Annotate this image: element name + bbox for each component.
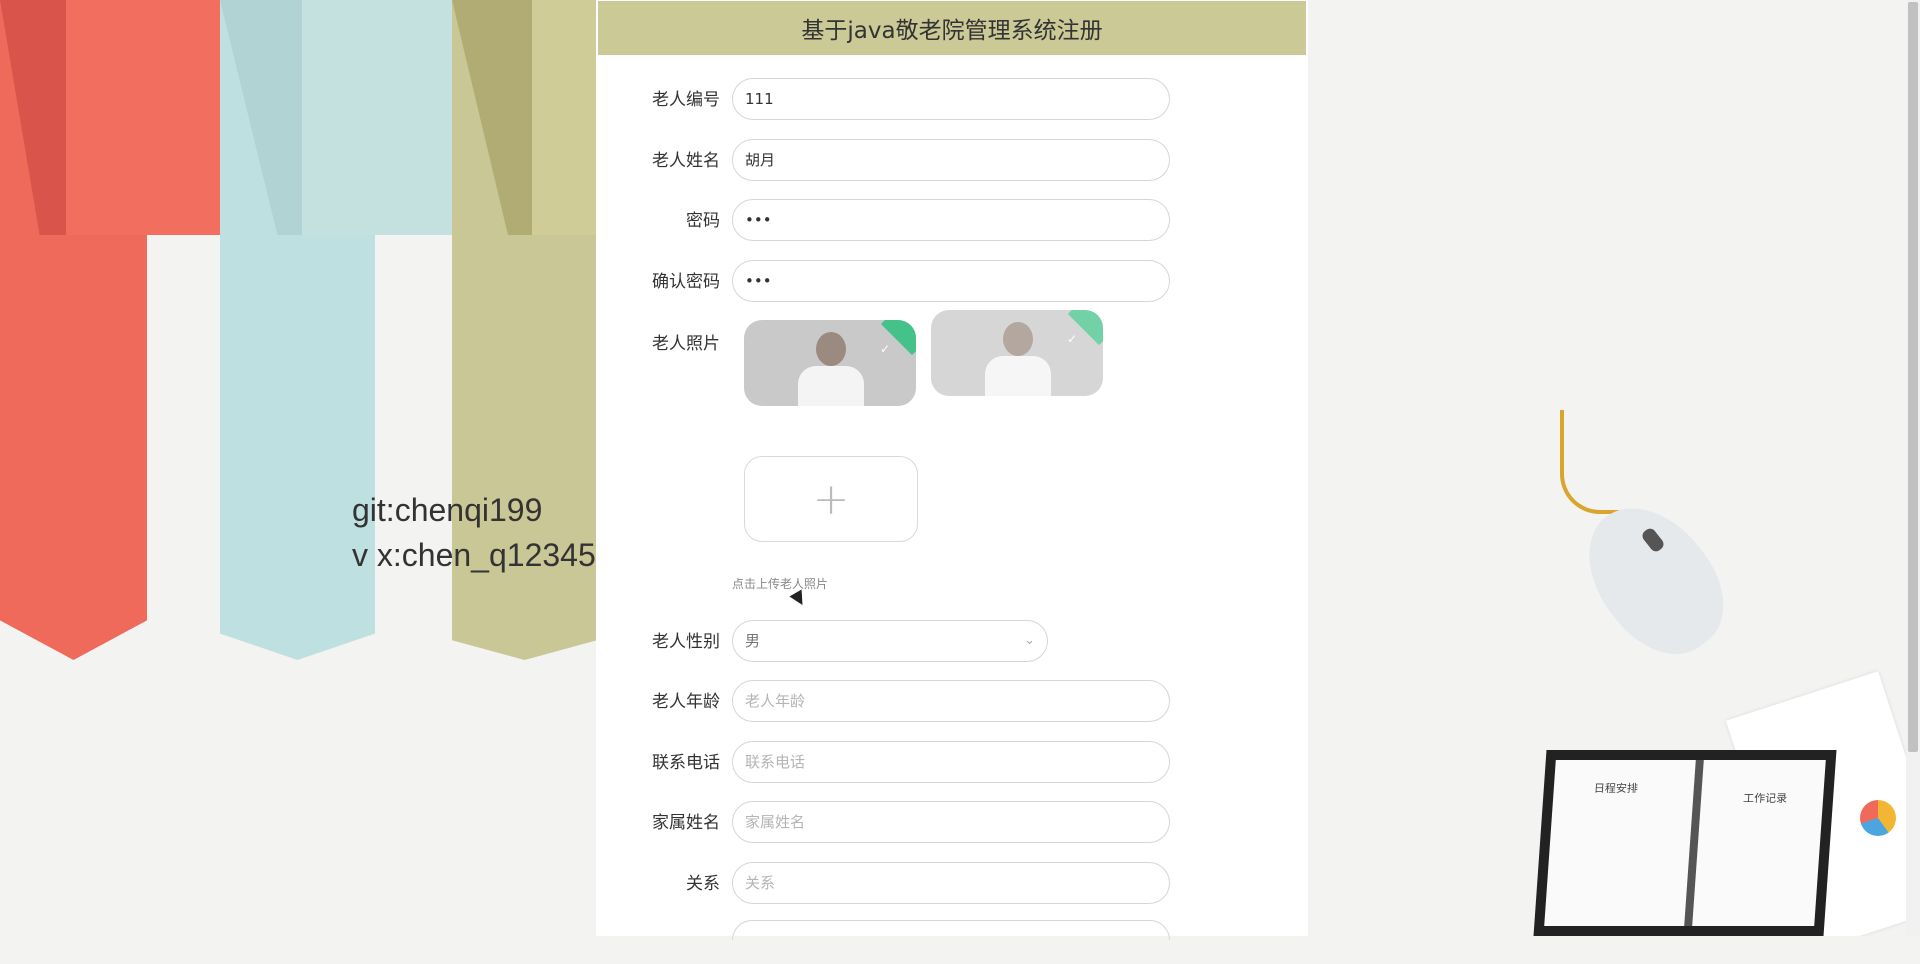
field-row-password: 密码 ••• (596, 199, 1308, 243)
elder-id-input[interactable]: 111 (732, 78, 1170, 120)
field-row-next (596, 920, 1308, 964)
field-row-elder-name: 老人姓名 胡月 (596, 139, 1308, 183)
photo-body (798, 366, 864, 406)
family-name-input[interactable]: 家属姓名 (732, 801, 1170, 843)
chevron-down-icon: ⌄ (1024, 633, 1035, 648)
phone-label: 联系电话 (652, 753, 720, 773)
check-icon: ✓ (879, 342, 890, 356)
photo-person (981, 318, 1053, 396)
field-row-age: 老人年龄 老人年龄 (596, 680, 1308, 724)
gender-value: 男 (745, 632, 761, 650)
plus-icon: + (812, 473, 850, 525)
password-label: 密码 (686, 211, 720, 231)
check-icon: ✓ (1066, 332, 1077, 346)
form-title: 基于java敬老院管理系统注册 (598, 1, 1306, 55)
elder-id-label: 老人编号 (652, 90, 720, 110)
elder-name-label: 老人姓名 (652, 151, 720, 171)
gender-label: 老人性别 (652, 632, 720, 652)
gender-select[interactable]: 男 ⌄ (732, 620, 1048, 662)
field-row-confirm-password: 确认密码 ••• (596, 260, 1308, 304)
photo-label: 老人照片 (652, 334, 720, 354)
upload-hint: 点击上传老人照片 (732, 577, 829, 591)
watermark-line-2: v x:chen_q123456 (352, 537, 614, 573)
age-input[interactable]: 老人年龄 (732, 680, 1170, 722)
mouse-cable (1560, 410, 1634, 514)
phone-input[interactable]: 联系电话 (732, 741, 1170, 783)
confirm-password-label: 确认密码 (652, 272, 720, 292)
scrollbar[interactable] (1906, 0, 1920, 936)
uploaded-photo-2[interactable]: ✓ (931, 310, 1103, 396)
uploaded-photo-1[interactable]: ✓ (744, 320, 916, 406)
scrollbar-thumb[interactable] (1908, 2, 1918, 752)
teal-ribbon-fold (298, 0, 458, 235)
notebook-spine (1684, 760, 1704, 926)
watermark: git:chenqi199 v x:chen_q123456 (352, 488, 614, 578)
notebook-illustration: 日程安排 工作记录 (1533, 750, 1837, 936)
next-input[interactable] (732, 920, 1170, 940)
upload-photo-button[interactable]: + (744, 456, 918, 542)
field-row-elder-id: 老人编号 111 (596, 78, 1308, 122)
photo-head (1003, 322, 1033, 356)
password-input[interactable]: ••• (732, 199, 1170, 241)
field-row-relation: 关系 关系 (596, 862, 1308, 906)
photo-person (794, 328, 866, 406)
elder-name-input[interactable]: 胡月 (732, 139, 1170, 181)
watermark-line-1: git:chenqi199 (352, 492, 543, 528)
pie-illustration (1860, 800, 1896, 836)
relation-label: 关系 (686, 874, 720, 894)
notebook-text-right: 工作记录 (1742, 792, 1788, 805)
photo-body (985, 356, 1051, 396)
notebook-text-left: 日程安排 (1593, 782, 1639, 795)
register-form: 基于java敬老院管理系统注册 老人编号 111 老人姓名 胡月 密码 ••• … (596, 0, 1308, 940)
field-row-gender: 老人性别 男 ⌄ (596, 620, 1308, 664)
olive-ribbon-fold (530, 0, 600, 235)
family-name-label: 家属姓名 (652, 813, 720, 833)
relation-input[interactable]: 关系 (732, 862, 1170, 904)
confirm-password-input[interactable]: ••• (732, 260, 1170, 302)
field-row-family-name: 家属姓名 家属姓名 (596, 801, 1308, 845)
photo-head (816, 332, 846, 366)
age-label: 老人年龄 (652, 692, 720, 712)
red-ribbon-fold (60, 0, 220, 235)
field-row-phone: 联系电话 联系电话 (596, 741, 1308, 785)
